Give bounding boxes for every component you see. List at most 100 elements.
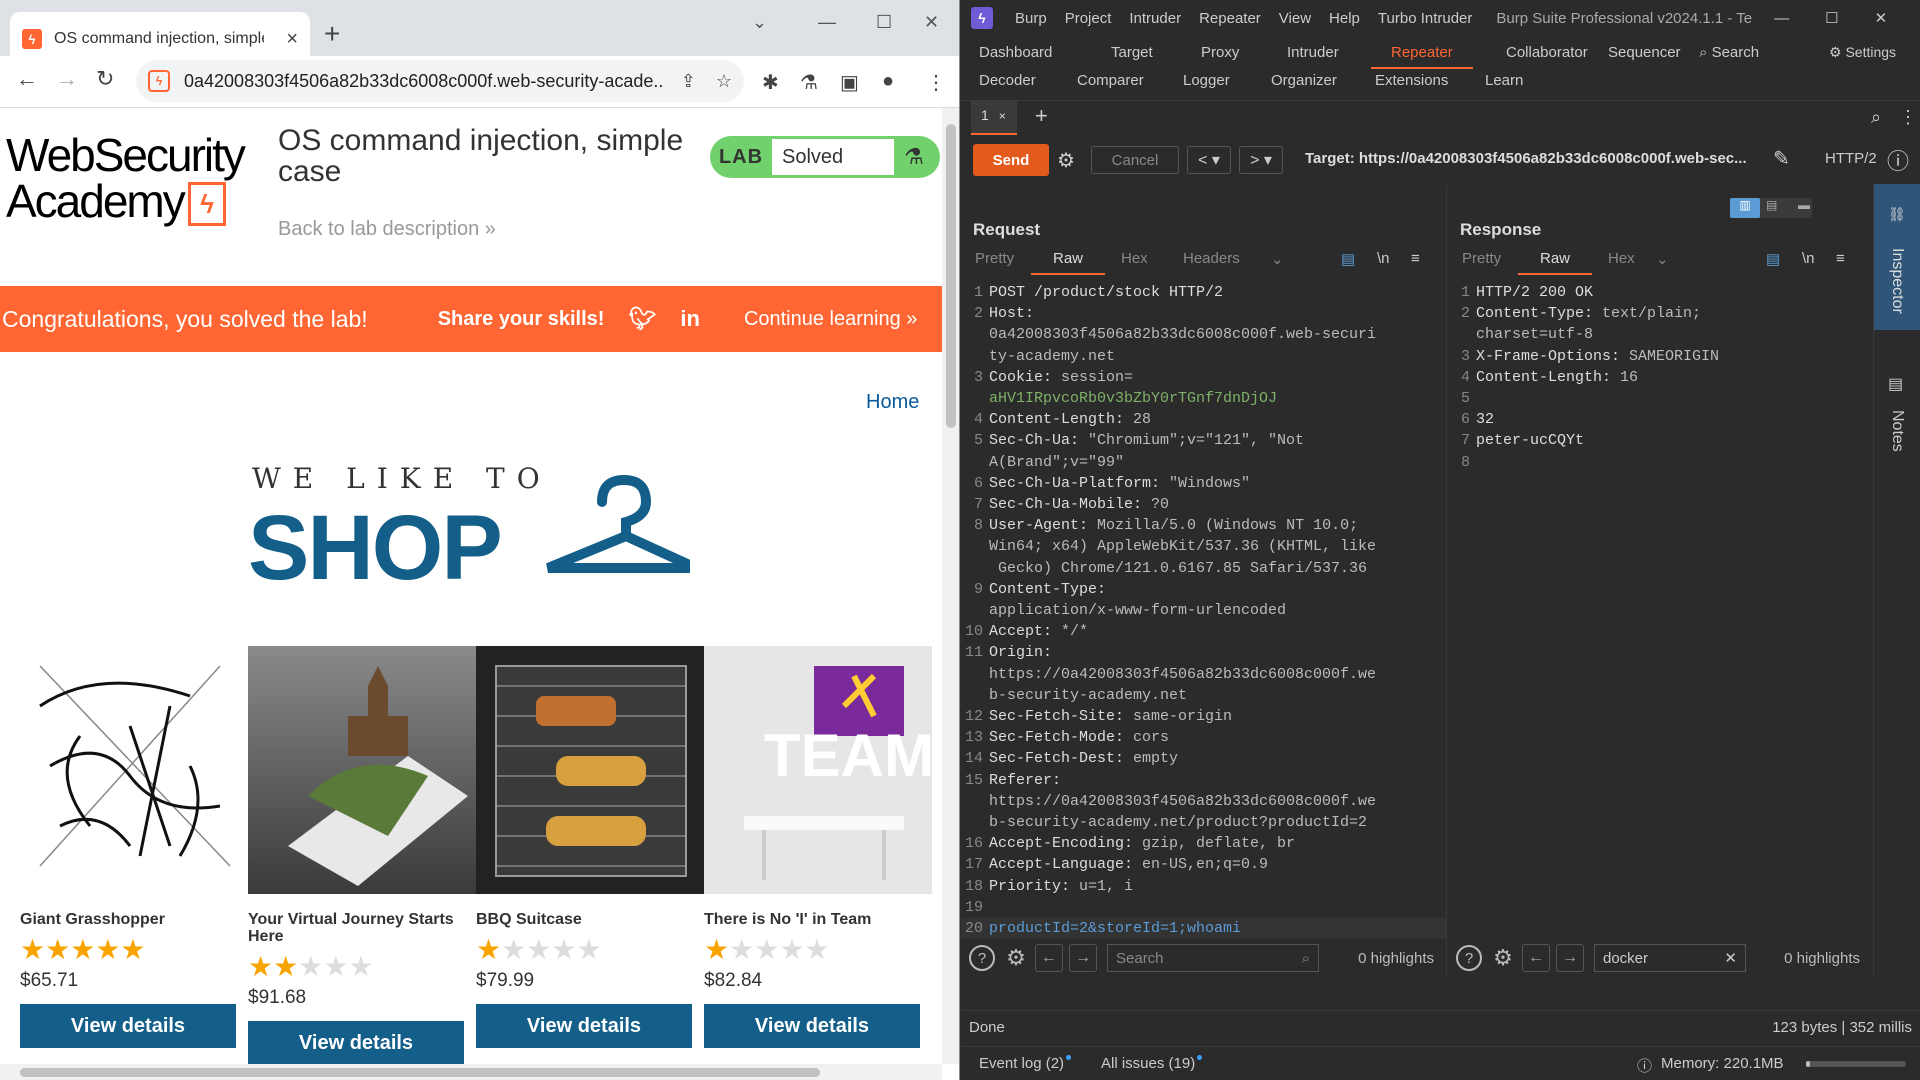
wrap-lines-icon[interactable]: ▤ [1341, 250, 1355, 268]
tab-intruder[interactable]: Intruder [1287, 44, 1339, 61]
help-icon[interactable]: ? [969, 945, 995, 971]
menu-turbo-intruder[interactable]: Turbo Intruder [1378, 10, 1473, 27]
repeater-tab-label[interactable]: 1 [981, 107, 989, 123]
search-value[interactable]: docker [1603, 950, 1648, 967]
tab-decoder[interactable]: Decoder [979, 72, 1036, 89]
help-icon[interactable]: ⓘ [1887, 144, 1909, 176]
repeater-tab-1[interactable]: 1 × [971, 101, 1017, 135]
tab-raw[interactable]: Raw [1030, 250, 1106, 275]
tab-target[interactable]: Target [1111, 44, 1153, 61]
wrap-lines-icon[interactable]: ▤ [1766, 250, 1780, 268]
close-tab-icon[interactable]: × [286, 28, 298, 51]
prev-match-button[interactable]: ← [1522, 944, 1550, 972]
twitter-icon[interactable]: 🐦︎ [628, 306, 656, 332]
home-link[interactable]: Home [866, 391, 919, 414]
single-pane-icon[interactable]: ▬ [1798, 198, 1810, 212]
http-version[interactable]: HTTP/2 [1825, 150, 1877, 167]
tab-hex[interactable]: Hex [1608, 250, 1635, 267]
tab-search-icon[interactable]: ⌄ [752, 12, 767, 33]
chevron-down-icon[interactable]: ⌄ [1656, 250, 1669, 268]
inspector-tab[interactable]: ⛓ Inspector [1874, 184, 1920, 330]
split-horizontal-icon[interactable]: ▥ [1730, 198, 1760, 218]
clear-search-icon[interactable]: ✕ [1724, 949, 1737, 967]
tab-headers[interactable]: Headers [1183, 250, 1240, 267]
tab-learn[interactable]: Learn [1485, 72, 1523, 89]
more-menu-icon[interactable]: ⋮ [1899, 107, 1917, 128]
next-match-button[interactable]: → [1069, 944, 1097, 972]
horizontal-scrollbar[interactable] [0, 1064, 942, 1080]
search-icon[interactable]: ⌕ [1871, 107, 1881, 128]
tab-organizer[interactable]: Organizer [1271, 72, 1337, 89]
help-icon[interactable]: ? [1456, 945, 1482, 971]
menu-project[interactable]: Project [1065, 10, 1112, 27]
tab-repeater[interactable]: Repeater [1371, 44, 1473, 69]
close-tab-icon[interactable]: × [999, 109, 1006, 123]
request-search-input[interactable]: Search ⌕ [1107, 944, 1319, 972]
view-details-button[interactable]: View details [476, 1003, 692, 1048]
tab-logger[interactable]: Logger [1183, 72, 1230, 89]
notes-label[interactable]: Notes [1888, 410, 1906, 452]
newline-toggle-icon[interactable]: \n [1802, 250, 1815, 267]
site-info-icon[interactable]: ϟ [148, 70, 170, 92]
scrollbar-thumb[interactable] [946, 124, 956, 428]
reload-icon[interactable]: ↻ [96, 66, 114, 92]
minimize-icon[interactable]: — [1774, 10, 1789, 27]
menu-intruder[interactable]: Intruder [1129, 10, 1181, 27]
vertical-scrollbar[interactable] [942, 108, 959, 1064]
extensions-icon[interactable]: ✱ [762, 70, 779, 95]
maximize-icon[interactable]: ☐ [1825, 9, 1838, 27]
tab-raw[interactable]: Raw [1517, 250, 1593, 275]
back-link-label[interactable]: Back to lab description [278, 218, 479, 240]
tab-pretty[interactable]: Pretty [1462, 250, 1501, 267]
continue-learning-label[interactable]: Continue learning [744, 308, 901, 330]
tab-comparer[interactable]: Comparer [1077, 72, 1144, 89]
view-details-button[interactable]: View details [704, 1003, 920, 1048]
event-log-label[interactable]: Event log (2) [979, 1055, 1064, 1072]
newline-toggle-icon[interactable]: \n [1377, 250, 1390, 267]
edit-target-icon[interactable]: ✎ [1773, 146, 1790, 171]
all-issues-link[interactable]: All issues (19) [1101, 1055, 1203, 1072]
tab-extensions[interactable]: Extensions [1375, 72, 1448, 89]
close-window-icon[interactable]: ✕ [924, 12, 939, 33]
menu-icon[interactable]: ≡ [1836, 250, 1845, 267]
forward-icon[interactable]: → [56, 66, 78, 92]
maximize-icon[interactable]: ☐ [876, 12, 892, 33]
settings-button[interactable]: ⚙ Settings [1829, 44, 1896, 61]
share-icon[interactable]: ⇪ [681, 71, 696, 92]
tab-dashboard[interactable]: Dashboard [979, 44, 1052, 61]
tab-pretty[interactable]: Pretty [975, 250, 1014, 267]
history-forward-button[interactable]: > ▾ [1239, 146, 1283, 174]
menu-burp[interactable]: Burp [1015, 10, 1047, 27]
lab-flask-icon[interactable]: ⚗ [800, 70, 818, 95]
request-editor[interactable]: 1 POST /product/stock HTTP/2 2 Host: 0a42008… [961, 282, 1446, 940]
menu-repeater[interactable]: Repeater [1199, 10, 1261, 27]
tab-collaborator[interactable]: Collaborator [1506, 44, 1588, 61]
response-editor[interactable]: 1 HTTP/2 200 OK 2 Content-Type: text/plain;… [1448, 282, 1872, 842]
gear-icon[interactable]: ⚙ [1057, 148, 1075, 173]
cancel-button[interactable]: Cancel [1091, 146, 1179, 174]
back-icon[interactable]: ← [16, 66, 38, 92]
tab-sequencer[interactable]: Sequencer [1608, 44, 1681, 61]
url-text[interactable]: 0a42008303f4506a82b33dc6008c000f.web-sec… [184, 71, 664, 92]
response-search-input[interactable]: docker ✕ [1594, 944, 1746, 972]
menu-icon[interactable]: ≡ [1411, 250, 1420, 267]
history-back-button[interactable]: < ▾ [1187, 146, 1231, 174]
linkedin-icon[interactable]: in [680, 306, 700, 332]
next-match-button[interactable]: → [1556, 944, 1584, 972]
back-to-lab-link[interactable]: Back to lab description » [278, 218, 496, 241]
bookmark-star-icon[interactable]: ☆ [716, 71, 732, 92]
search-button[interactable]: ⌕ Search [1699, 44, 1759, 61]
continue-learning-link[interactable]: Continue learning » [744, 308, 917, 331]
menu-help[interactable]: Help [1329, 10, 1360, 27]
view-details-button[interactable]: View details [20, 1003, 236, 1048]
split-vertical-icon[interactable]: ▤ [1766, 198, 1777, 212]
more-menu-icon[interactable]: ⋮ [926, 70, 946, 95]
chevron-down-icon[interactable]: ⌄ [1271, 250, 1284, 268]
send-button[interactable]: Send [973, 144, 1049, 176]
all-issues-label[interactable]: All issues (19) [1101, 1055, 1195, 1072]
gear-icon[interactable]: ⚙ [1490, 945, 1516, 971]
new-tab-button[interactable]: + [324, 18, 340, 50]
notes-icon[interactable]: ▤ [1888, 374, 1903, 394]
add-tab-button[interactable]: + [1035, 103, 1048, 129]
address-bar[interactable]: ϟ 0a42008303f4506a82b33dc6008c000f.web-s… [136, 60, 744, 102]
